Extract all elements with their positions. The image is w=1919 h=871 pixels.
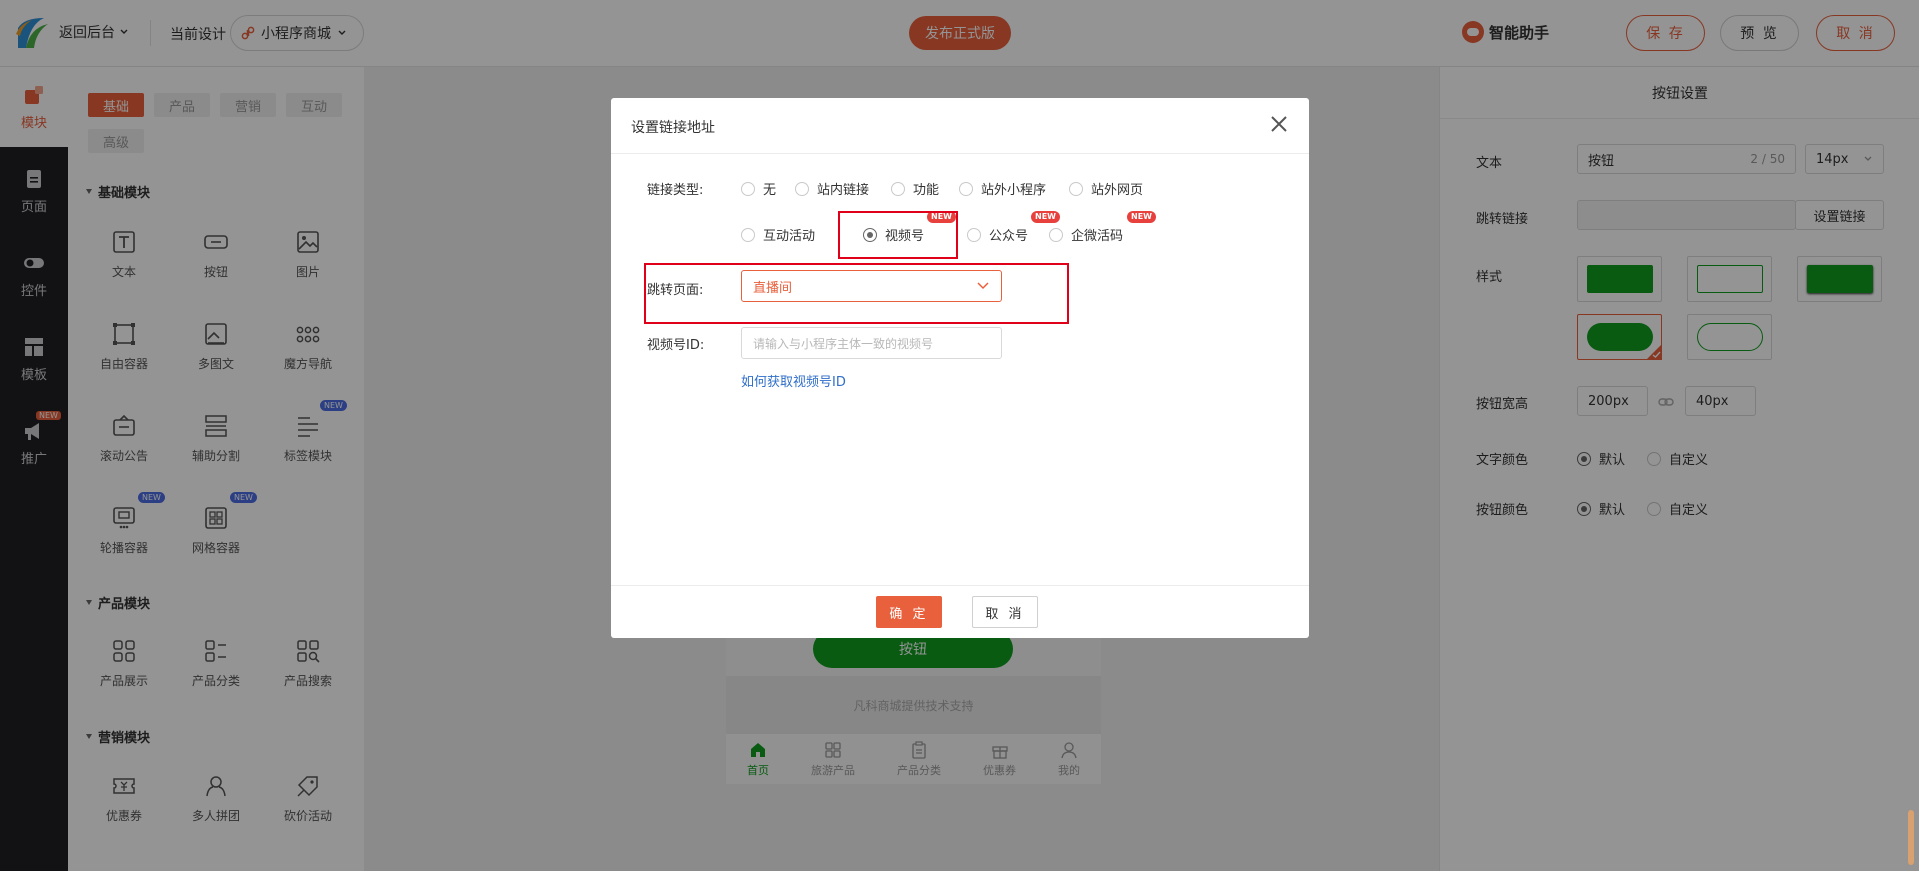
channel-id-input[interactable]: 请输入与小程序主体一致的视频号: [741, 327, 1002, 359]
how-to-get-channel-id-link[interactable]: 如何获取视频号ID: [741, 371, 846, 390]
link-type-external-web[interactable]: 站外网页: [1069, 179, 1143, 198]
dialog-header: 设置链接地址: [611, 98, 1309, 154]
close-icon[interactable]: [1267, 112, 1291, 136]
radio-label: 企微活码: [1071, 229, 1124, 244]
radio-none[interactable]: [741, 181, 755, 196]
chevron-down-icon: [977, 282, 989, 290]
scrollbar-handle[interactable]: [1908, 810, 1914, 865]
link-type-external-miniprogram[interactable]: 站外小程序: [959, 179, 1046, 198]
jump-page-select[interactable]: 直播间: [741, 270, 1002, 302]
link-type-label: 链接类型:: [647, 183, 704, 198]
set-link-dialog: 设置链接地址 链接类型: 无 站内链接 功能 站外小程序 站外网页 互动活动 视…: [611, 98, 1309, 638]
highlight-box-channels: [838, 211, 958, 259]
radio-label: 无: [763, 183, 777, 198]
radio-internal[interactable]: [795, 181, 809, 196]
dialog-footer: 确 定 取 消: [611, 585, 1309, 638]
radio-label: 互动活动: [763, 229, 816, 244]
radio-label: 站内链接: [817, 183, 870, 198]
radio-external-miniprogram[interactable]: [959, 181, 973, 196]
link-type-function[interactable]: 功能: [891, 179, 939, 198]
radio-interactive[interactable]: [741, 227, 755, 242]
channel-id-placeholder: 请输入与小程序主体一致的视频号: [753, 336, 934, 351]
radio-wecom-code[interactable]: [1049, 227, 1063, 242]
link-type-internal[interactable]: 站内链接: [795, 179, 869, 198]
dialog-title: 设置链接地址: [631, 120, 715, 136]
new-badge: NEW: [1031, 211, 1060, 223]
radio-label: 功能: [913, 183, 940, 198]
radio-label: 站外小程序: [981, 183, 1047, 198]
link-type-none[interactable]: 无: [741, 179, 776, 198]
link-type-interactive[interactable]: 互动活动: [741, 225, 815, 244]
confirm-button[interactable]: 确 定: [876, 596, 942, 628]
cancel-button[interactable]: 取 消: [972, 596, 1038, 628]
radio-function[interactable]: [891, 181, 905, 196]
link-type-wecom-code[interactable]: 企微活码: [1049, 225, 1123, 244]
jump-page-label: 跳转页面:: [647, 283, 704, 298]
new-badge: NEW: [1127, 211, 1156, 223]
channel-id-label: 视频号ID:: [647, 338, 705, 353]
jump-page-value: 直播间: [753, 280, 793, 296]
link-type-official-account[interactable]: 公众号: [967, 225, 1028, 244]
radio-label: 站外网页: [1091, 183, 1144, 198]
radio-label: 公众号: [989, 229, 1029, 244]
radio-official-account[interactable]: [967, 227, 981, 242]
radio-external-web[interactable]: [1069, 181, 1083, 196]
